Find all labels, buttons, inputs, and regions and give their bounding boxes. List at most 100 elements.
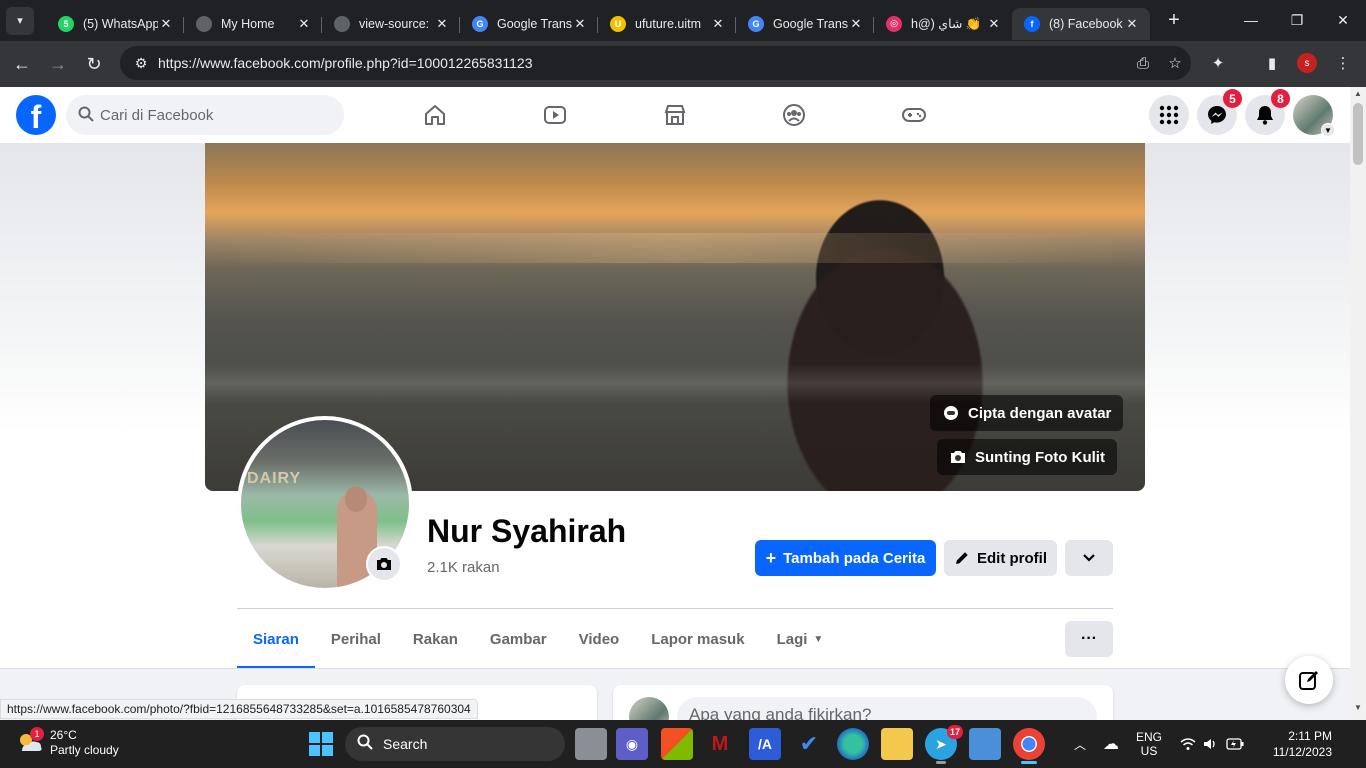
browser-tab[interactable]: f (8) Facebook ✕ <box>1012 7 1150 40</box>
partly-cloudy-icon: 1 <box>16 727 44 757</box>
url-text[interactable]: https://www.facebook.com/profile.php?id=… <box>158 55 1127 71</box>
browser-menu-icon[interactable]: ⋮ <box>1326 46 1360 80</box>
search-input[interactable] <box>100 106 320 124</box>
google-translate-icon: G <box>472 15 488 32</box>
browser-tab[interactable]: view-source: ✕ <box>322 8 460 40</box>
edit-profile-label: Edit profil <box>977 549 1047 567</box>
edge-browser-icon[interactable] <box>837 728 869 760</box>
side-panel-icon[interactable]: ▮ <box>1255 46 1289 80</box>
onedrive-cloud-icon[interactable]: ☁ <box>1098 720 1124 768</box>
todo-check-icon[interactable]: ✔ <box>793 728 825 760</box>
profile-tab[interactable]: Siaran <box>237 609 315 669</box>
mcafee-icon[interactable]: M <box>704 728 736 760</box>
windows-start-icon[interactable] <box>308 731 334 757</box>
facebook-logo-icon[interactable]: f <box>16 95 56 135</box>
weather-widget[interactable]: 1 26°C Partly cloudy <box>16 727 119 758</box>
language-indicator[interactable]: ENG US <box>1132 720 1166 768</box>
wifi-icon[interactable] <box>1178 720 1198 768</box>
close-tab-icon[interactable]: ✕ <box>296 16 312 32</box>
profile-tab[interactable]: Video <box>563 609 636 669</box>
profile-more-button[interactable]: ··· <box>1065 621 1113 657</box>
clock-date: 11/12/2023 <box>1272 745 1332 759</box>
close-tab-icon[interactable]: ✕ <box>434 16 450 32</box>
create-avatar-button[interactable]: Cipta dengan avatar <box>930 395 1124 431</box>
add-to-story-label: Tambah pada Cerita <box>783 549 926 567</box>
profile-tab-label: Siaran <box>253 630 299 648</box>
zoom-like-app-icon[interactable]: /A <box>749 728 781 760</box>
profile-tab[interactable]: Perihal <box>315 609 397 669</box>
edit-cover-photo-button[interactable]: Sunting Foto Kulit <box>937 439 1117 475</box>
taskbar-search[interactable]: Search <box>345 727 565 761</box>
notifications-bell-icon[interactable]: 8 <box>1245 89 1290 135</box>
close-tab-icon[interactable]: ✕ <box>572 16 588 32</box>
task-view-icon[interactable] <box>575 728 607 760</box>
messenger-icon[interactable]: 5 <box>1197 89 1242 135</box>
volume-icon[interactable] <box>1200 720 1220 768</box>
browser-tab[interactable]: 5 (5) WhatsApp ✕ <box>46 8 184 40</box>
telegram-icon[interactable]: ➤ 17 <box>925 725 963 764</box>
groups-icon[interactable] <box>774 95 814 135</box>
window-controls: — ❐ ✕ <box>1228 0 1366 40</box>
chevron-down-icon: ▼ <box>1321 123 1335 137</box>
tab-title: h@) شاي 👏 <box>911 16 982 31</box>
edit-profile-button[interactable]: Edit profil <box>944 540 1057 576</box>
facebook-search[interactable] <box>66 95 344 135</box>
new-tab-icon[interactable]: + <box>1162 9 1186 32</box>
battery-icon[interactable] <box>1224 720 1246 768</box>
close-tab-icon[interactable]: ✕ <box>710 16 726 32</box>
new-message-compose-icon[interactable] <box>1285 656 1333 704</box>
forward-icon[interactable]: → <box>40 46 76 82</box>
file-explorer-icon[interactable] <box>881 728 913 760</box>
home-icon[interactable] <box>415 95 455 135</box>
bookmark-star-icon[interactable]: ☆ <box>1159 54 1191 72</box>
browser-tab[interactable]: My Home ✕ <box>184 8 322 40</box>
close-tab-icon[interactable]: ✕ <box>848 16 864 32</box>
profile-tab[interactable]: Lagi ▼ <box>761 609 840 669</box>
close-tab-icon[interactable]: ✕ <box>158 16 174 32</box>
profile-options-dropdown[interactable] <box>1065 540 1113 576</box>
account-avatar[interactable]: ▼ <box>1293 95 1335 137</box>
profile-tab[interactable]: Rakan <box>397 609 474 669</box>
menu-grid-icon[interactable] <box>1149 95 1189 135</box>
add-to-story-button[interactable]: + Tambah pada Cerita <box>755 540 936 576</box>
video-icon[interactable] <box>535 95 575 135</box>
site-info-icon[interactable]: ⚙ <box>126 55 156 72</box>
cover-sunlight <box>205 233 1145 263</box>
weather-text: 26°C Partly cloudy <box>50 728 119 758</box>
friends-count[interactable]: 2.1K rakan <box>427 559 500 576</box>
messenger-badge: 5 <box>1223 89 1242 108</box>
notepad-icon[interactable] <box>969 728 1001 760</box>
reload-icon[interactable]: ↻ <box>76 46 112 82</box>
browser-tab[interactable]: G Google Trans ✕ <box>736 8 874 40</box>
install-app-icon[interactable]: ⎙ <box>1127 55 1159 72</box>
google-translate-icon: G <box>748 15 764 32</box>
omnibox[interactable]: ⚙ https://www.facebook.com/profile.php?i… <box>120 46 1191 80</box>
marketplace-icon[interactable] <box>655 95 695 135</box>
profile-avatar[interactable]: s <box>1290 46 1324 80</box>
tab-search-menu-icon[interactable]: ▾ <box>6 6 34 35</box>
browser-tab[interactable]: Uufuture.uitm ✕ <box>598 8 736 40</box>
scroll-down-arrow-icon[interactable]: ▼ <box>1350 703 1366 717</box>
maximize-icon[interactable]: ❐ <box>1274 0 1320 40</box>
extensions-icon[interactable]: ✦ <box>1201 46 1235 80</box>
facebook-top-nav: f 5 8 ▼ <box>0 87 1350 143</box>
back-icon[interactable]: ← <box>4 46 40 82</box>
browser-tab[interactable]: ◎ h@) شاي 👏 ✕ <box>874 8 1012 40</box>
browser-tab[interactable]: G Google Trans ✕ <box>460 8 598 40</box>
microsoft-store-icon[interactable] <box>661 728 693 760</box>
scrollbar-thumb[interactable] <box>1353 103 1363 165</box>
minimize-icon[interactable]: — <box>1228 0 1274 40</box>
close-tab-icon[interactable]: ✕ <box>1124 16 1140 32</box>
update-profile-picture-camera-icon[interactable] <box>366 546 402 582</box>
close-window-icon[interactable]: ✕ <box>1320 0 1366 40</box>
show-hidden-icons-chevron-icon[interactable]: ︿ <box>1068 720 1092 768</box>
profile-tab[interactable]: Lapor masuk <box>635 609 760 669</box>
profile-tab[interactable]: Gambar <box>474 609 563 669</box>
taskbar-clock[interactable]: 2:11 PM 11/12/2023 <box>1252 728 1332 760</box>
scroll-up-arrow-icon[interactable]: ▲ <box>1350 89 1366 103</box>
page-scrollbar[interactable]: ▲ ▼ <box>1350 87 1366 719</box>
close-tab-icon[interactable]: ✕ <box>986 16 1002 32</box>
gaming-icon[interactable] <box>894 95 934 135</box>
teams-chat-icon[interactable]: ◉ <box>616 728 648 760</box>
chrome-browser-icon[interactable] <box>1013 728 1045 764</box>
